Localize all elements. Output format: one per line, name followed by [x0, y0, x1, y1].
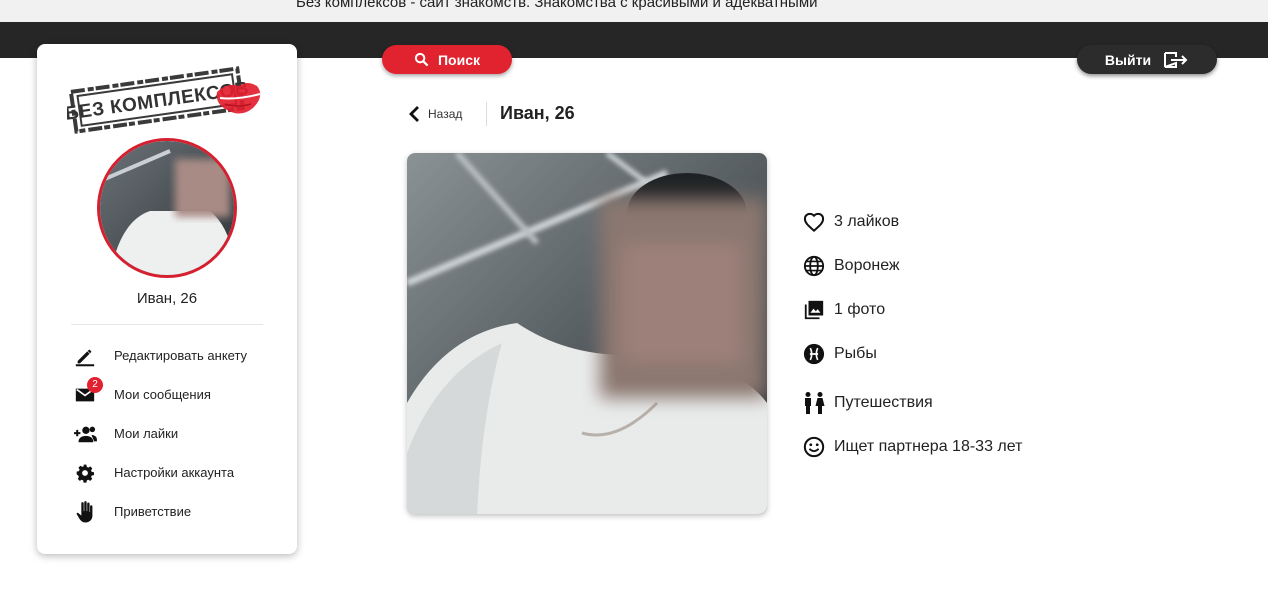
search-button[interactable]: Поиск [382, 45, 512, 74]
back-link-label: Назад [428, 107, 463, 121]
info-text: 1 фото [834, 301, 886, 318]
logo-graphic: БЕЗ КОМПЛЕКСОВ [64, 66, 261, 134]
profile-photo[interactable] [407, 153, 767, 514]
page-tagline: Без комплексов - сайт знакомств. Знакомс… [296, 0, 818, 11]
sidebar-menu: Редактировать анкету 2 Мои сообщения Мои… [73, 336, 283, 531]
sidebar-item-label: Редактировать анкету [114, 348, 248, 363]
sidebar-item-likes[interactable]: Мои лайки [73, 414, 283, 453]
header-separator [486, 102, 487, 126]
info-text: Ищет партнера 18-33 лет [834, 438, 1023, 455]
sidebar: БЕЗ КОМПЛЕКСОВ Иван, 26 Редактировать ан… [37, 44, 297, 554]
profile-photo-image [407, 153, 767, 514]
info-city: Воронеж [802, 254, 900, 278]
site-logo[interactable]: БЕЗ КОМПЛЕКСОВ [64, 56, 272, 136]
sidebar-item-greeting[interactable]: Приветствие [73, 492, 283, 531]
info-text: Воронеж [834, 257, 900, 274]
heart-icon [802, 210, 826, 234]
info-photos: 1 фото [802, 298, 885, 322]
sidebar-item-label: Приветствие [114, 504, 192, 519]
logout-button-label: Выйти [1104, 51, 1152, 68]
unread-badge: 2 [87, 376, 103, 393]
logout-icon [1164, 51, 1188, 68]
hand-icon [73, 500, 97, 524]
divider [71, 324, 263, 325]
search-button-label: Поиск [437, 51, 480, 68]
browser-title-strip: Без комплексов - сайт знакомств. Знакомс… [0, 0, 1268, 22]
info-text: Рыбы [834, 345, 877, 362]
sidebar-item-label: Настройки аккаунта [114, 465, 235, 480]
pisces-icon [802, 342, 826, 366]
sidebar-user-name: Иван, 26 [136, 290, 198, 307]
sidebar-item-label: Мои сообщения [114, 387, 211, 402]
sidebar-item-settings[interactable]: Настройки аккаунта [73, 453, 283, 492]
avatar-photo [100, 141, 234, 275]
avatar[interactable] [97, 138, 237, 278]
sidebar-item-messages[interactable]: 2 Мои сообщения [73, 375, 283, 414]
info-likes: 3 лайков [802, 210, 899, 234]
search-icon [414, 52, 429, 67]
logout-button[interactable]: Выйти [1077, 45, 1217, 74]
chevron-left-icon [409, 106, 419, 122]
info-zodiac: Рыбы [802, 342, 877, 366]
add-person-icon [73, 422, 97, 446]
smiley-icon [802, 435, 826, 459]
sidebar-item-edit-profile[interactable]: Редактировать анкету [73, 336, 283, 375]
info-text: Путешествия [834, 394, 933, 411]
profile-title: Иван, 26 [500, 103, 575, 123]
pencil-icon [73, 344, 97, 368]
back-link[interactable]: Назад [408, 103, 462, 125]
sidebar-item-label: Мои лайки [114, 426, 179, 441]
photos-icon [802, 298, 826, 322]
gear-icon [73, 461, 97, 485]
info-text: 3 лайков [834, 213, 900, 230]
info-goal: Путешествия [802, 391, 933, 415]
globe-icon [802, 254, 826, 278]
travel-people-icon [802, 391, 826, 415]
info-looking-for: Ищет партнера 18-33 лет [802, 435, 1022, 459]
envelope-icon: 2 [73, 376, 103, 407]
